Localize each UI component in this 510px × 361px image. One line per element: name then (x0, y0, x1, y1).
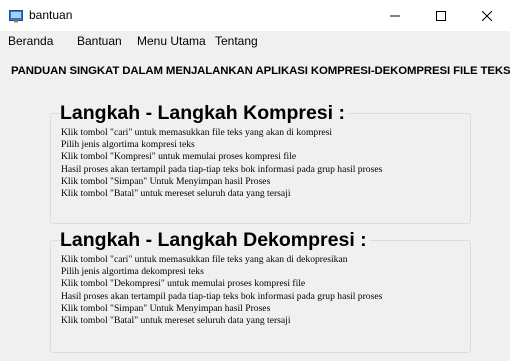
close-button[interactable] (464, 0, 510, 31)
bantuan-window: bantuan Beranda Bantuan Menu Utama Tenta… (0, 0, 510, 361)
close-icon (482, 10, 492, 21)
compression-step: Hasil proses akan tertampil pada tiap-ti… (61, 163, 383, 175)
menu-item-menu-utama[interactable]: Menu Utama (137, 34, 206, 48)
decompression-steps-group: Langkah - Langkah Dekompresi : Klik tomb… (50, 229, 471, 353)
decompression-step: Klik tombol "Dekompresi" untuk memulai p… (61, 278, 306, 290)
compression-step: Klik tombol "Batal" untuk mereset seluru… (61, 188, 291, 200)
menu-item-bantuan[interactable]: Bantuan (77, 34, 122, 48)
decompression-step: Klik tombol "cari" untuk memasukkan file… (61, 254, 348, 265)
page-heading: PANDUAN SINGKAT DALAM MENJALANKAN APLIKA… (11, 65, 510, 77)
window-title: bantuan (29, 8, 73, 22)
compression-steps-list: Klik tombol "cari" untuk memasukkan file… (61, 127, 466, 200)
compression-step: Klik tombol "Simpan" Untuk Menyimpan has… (61, 175, 271, 187)
minimize-icon (390, 15, 400, 16)
minimize-button[interactable] (372, 0, 418, 31)
menu-item-beranda[interactable]: Beranda (8, 34, 53, 48)
compression-steps-title: Langkah - Langkah Kompresi : (60, 102, 348, 124)
compression-step: Klik tombol "cari" untuk memasukkan file… (61, 127, 333, 138)
menu-bar: Beranda Bantuan Menu Utama Tentang (0, 31, 510, 51)
app-icon (9, 9, 23, 23)
decompression-step: Klik tombol "Simpan" Untuk Menyimpan has… (61, 302, 271, 314)
decompression-steps-list: Klik tombol "cari" untuk memasukkan file… (61, 254, 466, 327)
decompression-step: Pilih jenis algortima dekompresi teks (61, 266, 204, 278)
compression-step: Klik tombol "Kompresi" untuk memulai pro… (61, 151, 297, 163)
decompression-steps-title: Langkah - Langkah Dekompresi : (60, 229, 370, 251)
title-bar[interactable]: bantuan (0, 0, 510, 31)
compression-steps-group: Langkah - Langkah Kompresi : Klik tombol… (50, 102, 471, 224)
compression-step: Pilih jenis algortima kompresi teks (61, 139, 195, 151)
maximize-button[interactable] (418, 0, 464, 31)
decompression-step: Klik tombol "Batal" untuk mereset seluru… (61, 315, 291, 327)
menu-item-tentang[interactable]: Tentang (215, 34, 258, 48)
decompression-step: Hasil proses akan tertampil pada tiap-ti… (61, 290, 383, 302)
maximize-icon (436, 10, 446, 21)
